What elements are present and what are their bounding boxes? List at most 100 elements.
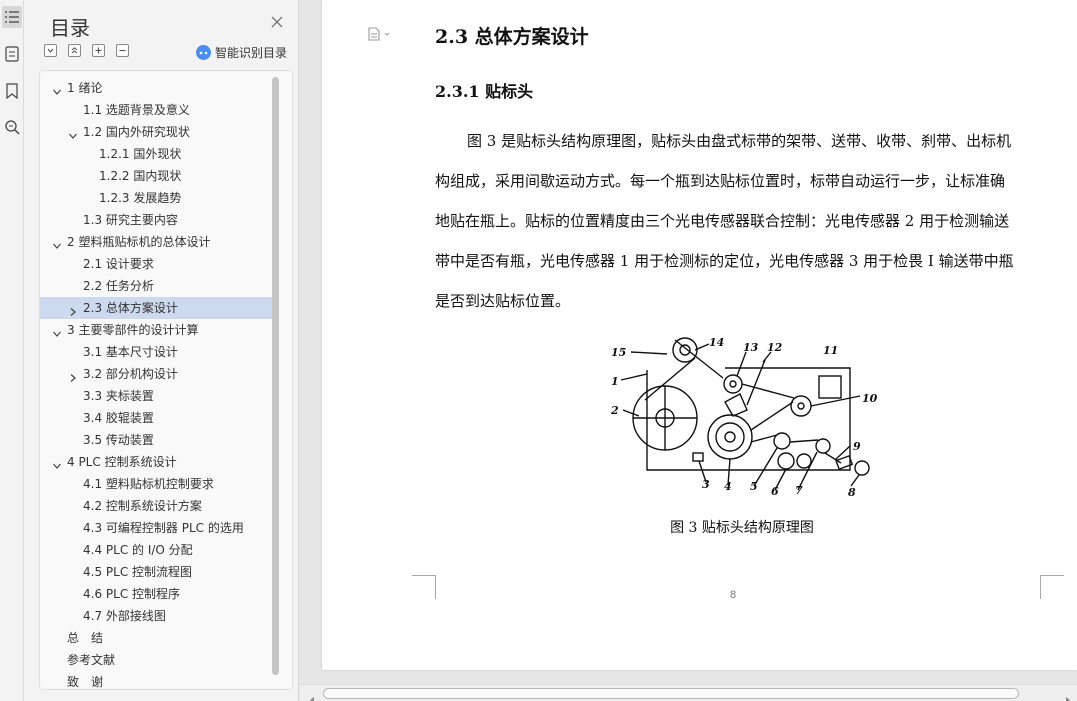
expand-level-icon[interactable] — [68, 44, 81, 57]
toc-item-label: 2.1 设计要求 — [83, 257, 154, 271]
toc-item[interactable]: 2.1 设计要求 — [40, 253, 272, 275]
toc-item-label: 总 结 — [67, 631, 104, 645]
document-menu-icon[interactable] — [368, 26, 392, 45]
figure-label: 4 — [724, 480, 732, 493]
toc-item[interactable]: 致 谢 — [40, 671, 272, 689]
figure-label: 14 — [709, 336, 724, 349]
toc-item-label: 4.7 外部接线图 — [83, 609, 166, 623]
close-icon[interactable] — [270, 14, 286, 30]
chevron-down-icon[interactable] — [52, 236, 62, 249]
toc-item[interactable]: 1.1 选题背景及意义 — [40, 99, 272, 121]
toc-list: 1 绪论 1.1 选题背景及意义 1.2 国内外研究现状 1.2.1 国外现状 1.2.… — [39, 70, 293, 690]
toc-panel: 目录 智能识别目录 1 绪论 1.1 选题背景及意义 1.2 国内外研究现状 1.2.… — [24, 0, 299, 701]
add-heading-icon[interactable] — [92, 44, 105, 57]
toc-item-label: 3.5 传动装置 — [83, 433, 154, 447]
toc-item-label: 致 谢 — [67, 675, 104, 689]
paragraph-line: 是否到达贴标位置。 — [435, 292, 571, 310]
toc-item-label: 2.3 总体方案设计 — [83, 301, 178, 315]
collapse-all-icon[interactable] — [44, 44, 57, 57]
toc-item[interactable]: 1.3 研究主要内容 — [40, 209, 272, 231]
figure-label: 6 — [771, 485, 779, 498]
search-zoom-icon[interactable] — [2, 116, 22, 138]
page-corner-mark — [1040, 575, 1064, 599]
toc-item[interactable]: 1.2.2 国内现状 — [40, 165, 272, 187]
labeling-head-diagram: 15 14 13 12 11 1 2 10 9 3 4 5 6 7 8 — [610, 336, 878, 499]
figure-label: 7 — [795, 484, 803, 497]
toc-item[interactable]: 4.7 外部接线图 — [40, 605, 272, 627]
toc-item-label: 4.3 可编程控制器 PLC 的选用 — [83, 521, 244, 535]
paragraph-line: 带中是否有瓶，光电传感器 1 用于检测标的定位，光电传感器 3 用于检畏 I 输… — [435, 252, 1014, 270]
toc-item-label: 1.2 国内外研究现状 — [83, 125, 190, 139]
toc-item[interactable]: 4.5 PLC 控制流程图 — [40, 561, 272, 583]
bookmark-icon[interactable] — [2, 80, 22, 102]
toc-item[interactable]: 4 PLC 控制系统设计 — [40, 451, 272, 473]
paragraph-line: 图 3 是贴标头结构原理图，贴标头由盘式标带的架带、送带、收带、刹带、出标机 — [467, 132, 1012, 150]
toc-item-label: 4 PLC 控制系统设计 — [67, 455, 177, 469]
toc-item[interactable]: 3.3 夹标装置 — [40, 385, 272, 407]
toc-item[interactable]: 3.2 部分机构设计 — [40, 363, 272, 385]
toc-item[interactable]: 3.5 传动装置 — [40, 429, 272, 451]
figure-label: 13 — [743, 341, 759, 354]
toc-item[interactable]: 1.2 国内外研究现状 — [40, 121, 272, 143]
toc-item[interactable]: 总 结 — [40, 627, 272, 649]
toc-item-label: 3.1 基本尺寸设计 — [83, 345, 178, 359]
horizontal-scrollbar-thumb[interactable] — [323, 688, 1019, 699]
chevron-down-icon[interactable] — [52, 456, 62, 469]
figure-label: 9 — [853, 440, 861, 453]
toc-scrollbar[interactable] — [272, 77, 280, 682]
scroll-right-icon[interactable] — [1064, 689, 1072, 701]
toc-item[interactable]: 2.2 任务分析 — [40, 275, 272, 297]
toc-item[interactable]: 4.6 PLC 控制程序 — [40, 583, 272, 605]
toc-item-label: 4.6 PLC 控制程序 — [83, 587, 181, 601]
figure-label: 11 — [823, 344, 838, 357]
chevron-right-icon[interactable] — [68, 302, 78, 316]
toc-scrollbar-thumb[interactable] — [272, 77, 279, 675]
toc-list-icon[interactable] — [2, 6, 22, 28]
figure-label: 1 — [611, 375, 619, 388]
figure-caption: 图 3 贴标头结构原理图 — [670, 520, 814, 536]
figure-label: 2 — [610, 404, 619, 417]
page-number: 8 — [730, 589, 737, 601]
toc-item[interactable]: 2.3 总体方案设计 — [40, 297, 272, 319]
toc-item[interactable]: 3 主要零部件的设计计算 — [40, 319, 272, 341]
toc-item-label: 4.1 塑料贴标机控制要求 — [83, 477, 214, 491]
toc-item[interactable]: 1.2.3 发展趋势 — [40, 187, 272, 209]
toc-item-label: 2.2 任务分析 — [83, 279, 154, 293]
scroll-left-icon[interactable] — [308, 689, 316, 701]
section-heading: 2.3 总体方案设计 — [435, 26, 589, 48]
toc-item-label: 3 主要零部件的设计计算 — [67, 323, 199, 337]
body-paragraph: 图 3 是贴标头结构原理图，贴标头由盘式标带的架带、送带、收带、刹带、出标机 构… — [435, 121, 1038, 321]
horizontal-scrollbar[interactable] — [300, 684, 1077, 701]
toc-item-label: 参考文献 — [67, 653, 116, 667]
toc-item[interactable]: 4.2 控制系统设计方案 — [40, 495, 272, 517]
chevron-down-icon[interactable] — [52, 82, 62, 95]
toc-item[interactable]: 3.4 胶辊装置 — [40, 407, 272, 429]
smart-toc-label: 智能识别目录 — [215, 46, 288, 60]
toc-item[interactable]: 2 塑料瓶贴标机的总体设计 — [40, 231, 272, 253]
toc-item[interactable]: 1 绪论 — [40, 77, 272, 99]
toc-item-label: 1 绪论 — [67, 81, 103, 95]
remove-heading-icon[interactable] — [116, 44, 129, 57]
toc-item-label: 4.5 PLC 控制流程图 — [83, 565, 193, 579]
smart-toc-button[interactable]: 智能识别目录 — [196, 44, 287, 61]
chevron-right-icon[interactable] — [68, 368, 78, 382]
figure-label: 5 — [750, 480, 758, 493]
toc-item[interactable]: 4.1 塑料贴标机控制要求 — [40, 473, 272, 495]
figure-label: 3 — [702, 478, 710, 491]
chevron-down-icon[interactable] — [52, 324, 62, 337]
toc-item[interactable]: 1.2.1 国外现状 — [40, 143, 272, 165]
toc-item-label: 2 塑料瓶贴标机的总体设计 — [67, 235, 211, 249]
toc-item[interactable]: 4.4 PLC 的 I/O 分配 — [40, 539, 272, 561]
paragraph-line: 构组成，采用间歇运动方式。每一个瓶到达贴标位置时，标带自动运行一步，让标准确 — [435, 172, 1006, 190]
paragraph-line: 地贴在瓶上。贴标的位置精度由三个光电传感器联合控制：光电传感器 2 用于检测输送 — [435, 212, 1010, 230]
document-outline-icon[interactable] — [2, 43, 22, 65]
toc-item-label: 4.4 PLC 的 I/O 分配 — [83, 543, 193, 557]
toc-item-label: 1.2.2 国内现状 — [99, 169, 182, 183]
toc-item[interactable]: 4.3 可编程控制器 PLC 的选用 — [40, 517, 272, 539]
toc-item-label: 3.3 夹标装置 — [83, 389, 154, 403]
document-page: 2.3 总体方案设计 2.3.1 贴标头 图 3 是贴标头结构原理图，贴标头由盘… — [322, 0, 1077, 670]
chevron-down-icon[interactable] — [68, 126, 78, 139]
toc-item[interactable]: 3.1 基本尺寸设计 — [40, 341, 272, 363]
toc-item[interactable]: 参考文献 — [40, 649, 272, 671]
toc-item-label: 1.2.3 发展趋势 — [99, 191, 182, 205]
